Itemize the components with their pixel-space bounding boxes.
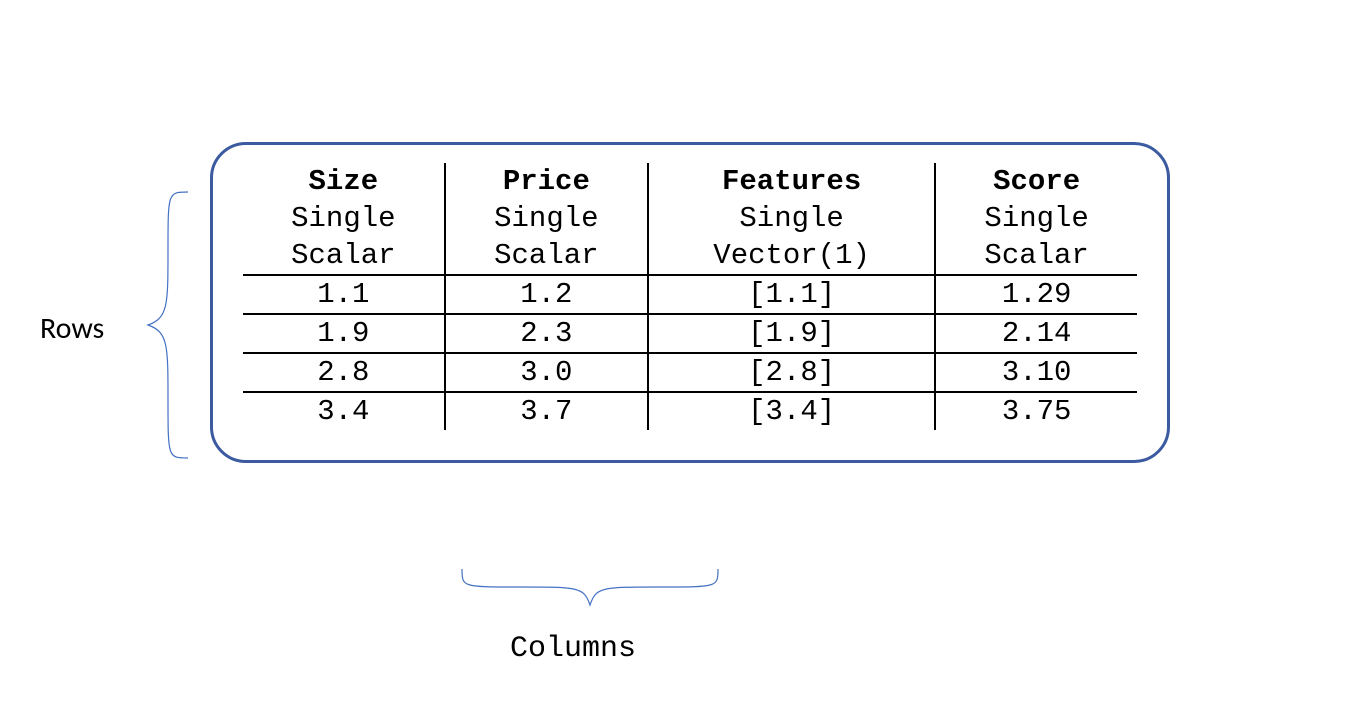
col-header-name: Price [445, 163, 648, 200]
columns-brace-icon [460, 565, 720, 615]
col-header-role: Single [935, 200, 1137, 237]
col-header-role: Single [648, 200, 935, 237]
cell-score: 1.29 [935, 275, 1137, 314]
cell-features: [1.1] [648, 275, 935, 314]
col-header-type: Scalar [935, 237, 1137, 275]
cell-price: 2.3 [445, 314, 648, 353]
table-row: 2.8 3.0 [2.8] 3.10 [243, 353, 1137, 392]
cell-score: 3.75 [935, 392, 1137, 430]
rows-label: Rows [40, 310, 104, 347]
cell-score: 2.14 [935, 314, 1137, 353]
cell-score: 3.10 [935, 353, 1137, 392]
table-row: 1.1 1.2 [1.1] 1.29 [243, 275, 1137, 314]
col-header-type: Vector(1) [648, 237, 935, 275]
col-header-type: Scalar [445, 237, 648, 275]
table-row: 1.9 2.3 [1.9] 2.14 [243, 314, 1137, 353]
cell-features: [1.9] [648, 314, 935, 353]
rows-brace-icon [140, 190, 200, 460]
cell-price: 3.7 [445, 392, 648, 430]
cell-size: 3.4 [243, 392, 445, 430]
cell-features: [2.8] [648, 353, 935, 392]
cell-features: [3.4] [648, 392, 935, 430]
cell-size: 1.9 [243, 314, 445, 353]
col-header-role: Single [445, 200, 648, 237]
cell-price: 1.2 [445, 275, 648, 314]
col-header-type: Scalar [243, 237, 445, 275]
table-container: Size Price Features Score Single Single … [210, 142, 1170, 463]
col-header-name: Features [648, 163, 935, 200]
table-row: 3.4 3.7 [3.4] 3.75 [243, 392, 1137, 430]
cell-size: 1.1 [243, 275, 445, 314]
data-table: Size Price Features Score Single Single … [243, 163, 1137, 430]
cell-size: 2.8 [243, 353, 445, 392]
columns-label: Columns [510, 632, 636, 666]
col-header-name: Size [243, 163, 445, 200]
col-header-role: Single [243, 200, 445, 237]
col-header-name: Score [935, 163, 1137, 200]
cell-price: 3.0 [445, 353, 648, 392]
